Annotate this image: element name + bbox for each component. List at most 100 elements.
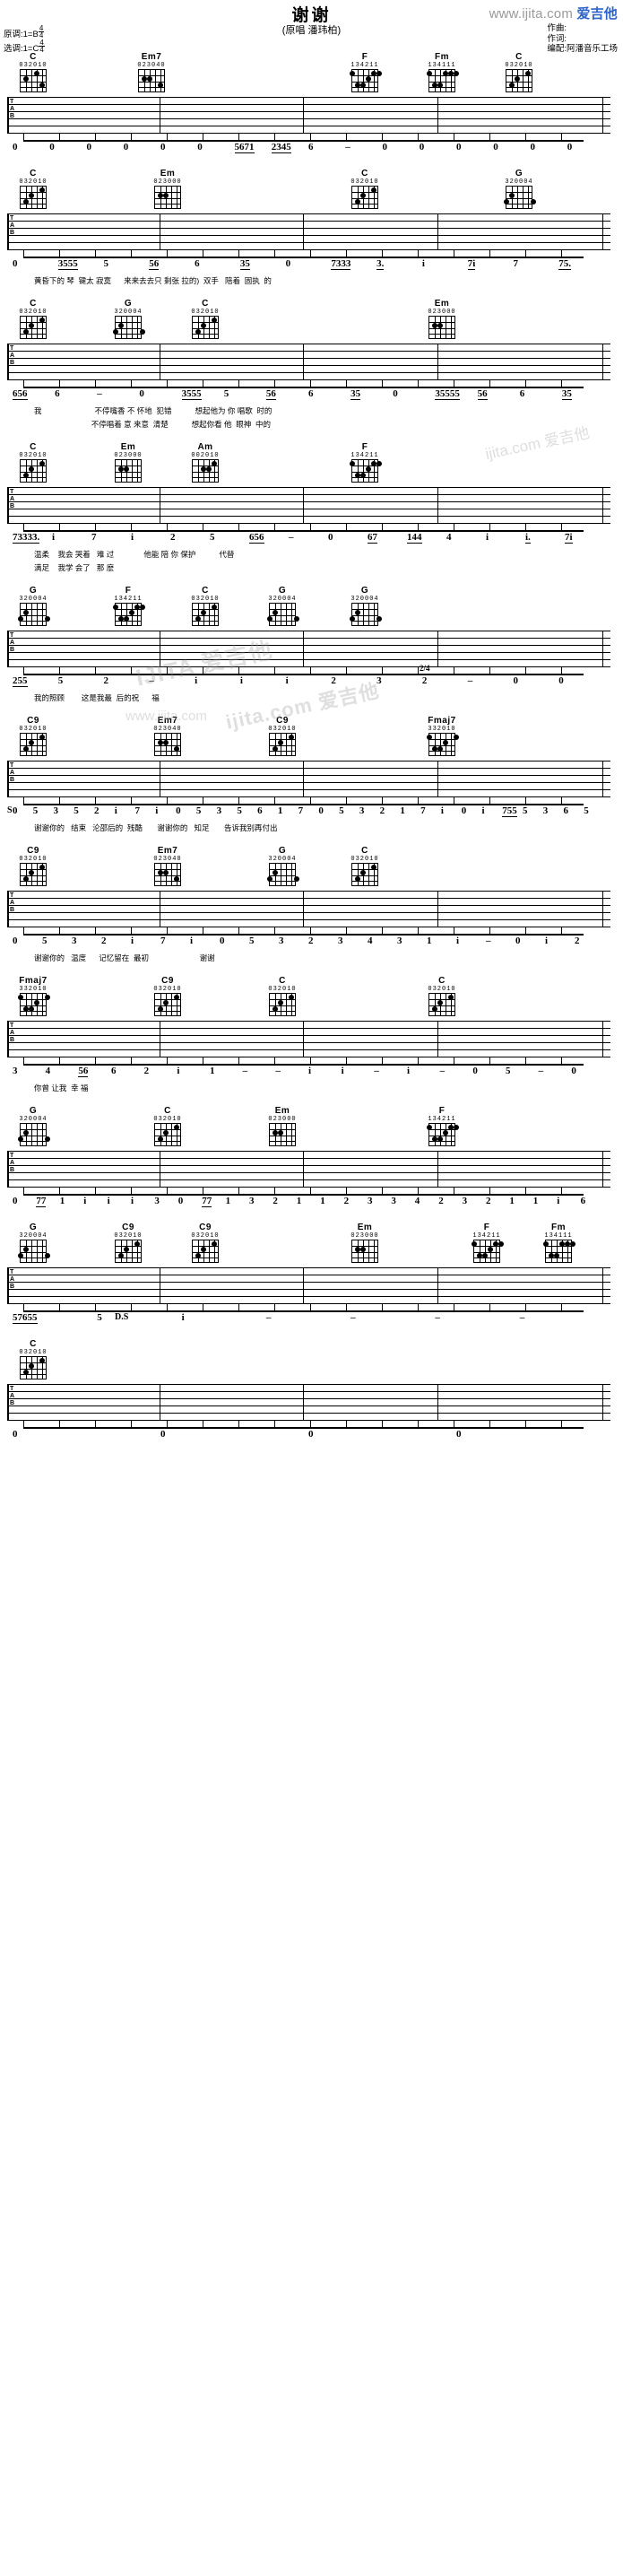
chord-name: C9 — [122, 1223, 134, 1232]
notation-note: 56 — [149, 258, 160, 270]
tab-line — [7, 1420, 610, 1421]
fretboard-grid — [504, 186, 536, 209]
lyrics-row: 谢谢你的 温度 记忆留在 最初 谢谢 — [7, 953, 616, 967]
fretboard-grid — [18, 1123, 50, 1146]
tab-line — [7, 358, 610, 359]
chord-diagram-em7: Em7 023040 — [147, 716, 188, 756]
chord-name: C — [202, 299, 209, 309]
system-spacer — [0, 1330, 623, 1339]
chord-fingering: 032010 — [153, 1116, 182, 1123]
tab-line — [7, 1165, 610, 1166]
finger-dot — [18, 615, 23, 622]
system-spacer — [0, 1214, 623, 1223]
finger-dot — [163, 193, 169, 198]
tab-line — [7, 1042, 610, 1043]
fretboard-grid — [269, 993, 296, 1016]
finger-dot — [23, 610, 29, 615]
notation-note: 3 — [397, 936, 402, 946]
finger-dot — [34, 70, 39, 76]
music-system-5: G 320004 F 134211 C 032010 G 320004 G 320004 T A B… — [0, 586, 623, 716]
fretboard-grid — [20, 733, 47, 756]
notation-note: – — [374, 1066, 379, 1076]
notation-note: 755 — [502, 805, 517, 817]
chord-name: Fmaj7 — [19, 976, 48, 986]
chord-fingering: 032010 — [191, 596, 220, 603]
finger-dot — [488, 1247, 493, 1252]
tab-clef: T A B — [10, 489, 15, 510]
finger-dot — [39, 460, 45, 466]
finger-dot — [509, 193, 515, 198]
notation-note: 0 — [123, 142, 129, 152]
chord-diagram-g: G 320004 — [262, 846, 303, 886]
notation-note: 0 — [220, 936, 225, 946]
notation-note: i — [456, 936, 460, 946]
fretboard-grid — [154, 733, 181, 756]
music-system-9: G 320004 C 032010 Em 023000 F 134211 T A B 0 77 1 i i… — [0, 1106, 623, 1223]
finger-dot — [360, 1247, 366, 1252]
notation-note: 0 — [513, 675, 518, 686]
notation-note: i — [52, 532, 56, 543]
notation-note: 67 — [368, 532, 377, 544]
chord-name: C — [515, 52, 523, 62]
chord-fingering: 332010 — [19, 986, 48, 993]
tab-line — [7, 638, 610, 639]
notation-note: 5 — [237, 805, 242, 816]
system-spacer — [0, 577, 623, 586]
tab-line — [7, 659, 610, 660]
finger-dot — [531, 198, 536, 205]
chord-diagram-c: C 032010 — [344, 169, 385, 209]
system-spacer — [0, 1447, 623, 1456]
notation-note: 35 — [561, 388, 572, 400]
finger-dot — [427, 734, 432, 740]
chord-name: Em — [434, 299, 450, 309]
finger-dot — [18, 994, 23, 1000]
finger-dot — [350, 615, 355, 622]
tab-line — [7, 1282, 610, 1283]
tab-line — [7, 1035, 610, 1036]
chord-fingering: 032010 — [19, 452, 48, 459]
notation-note: 0 — [13, 258, 18, 269]
chord-name: C — [30, 52, 37, 62]
notation-note: 3 — [279, 936, 284, 946]
notation-note: 3555 — [57, 258, 78, 270]
notation-note: 0 — [177, 1196, 184, 1206]
barline — [602, 761, 603, 796]
tab-clef: T A B — [10, 1023, 15, 1044]
finger-dot — [23, 1369, 29, 1375]
notation-note: 1 — [277, 805, 283, 816]
finger-dot — [350, 70, 355, 76]
notation-note: 0 — [13, 142, 18, 152]
notation-note: 2 — [438, 1196, 444, 1206]
notation-note: 7i — [467, 258, 476, 270]
fret-line — [270, 881, 295, 882]
notation-note: 0 — [139, 388, 144, 399]
chord-fingering: 320004 — [268, 596, 297, 603]
notation-note: 2 — [143, 1066, 150, 1076]
fretboard-grid — [154, 993, 181, 1016]
notation-note: 7 — [91, 532, 97, 543]
lyrics-text: 黄昏下的 琴 键太 寂寞 来来去去只 剩张 拉的) 双手 陪着 固执 的 — [34, 276, 272, 285]
tab-line — [7, 104, 610, 105]
notation-note: 5671 — [234, 142, 255, 153]
notation-note: i — [486, 532, 489, 543]
notation-note: 4 — [45, 1066, 51, 1076]
finger-dot — [158, 1005, 163, 1012]
notation-note: i — [177, 1066, 180, 1076]
notation-note: 6 — [580, 1196, 586, 1206]
music-system-6: C9 032010 Em7 023040 C9 032010 Fmaj7 332010 T A … — [0, 716, 623, 846]
barline — [437, 1267, 438, 1303]
chord-diagram-em7: Em7 023040 — [131, 52, 172, 92]
tab-clef: T A B — [10, 762, 15, 784]
finger-dot — [206, 466, 212, 472]
finger-dot — [23, 1247, 29, 1252]
notation-note: 5 — [584, 805, 589, 816]
chord-fingering: 023040 — [137, 62, 166, 69]
notation-note: 2 — [575, 936, 580, 946]
finger-dot — [113, 328, 118, 335]
notation-note: 656 — [13, 388, 28, 400]
finger-dot — [39, 82, 45, 88]
notation-note: 0 — [382, 142, 388, 152]
notation-note: 0 — [197, 142, 203, 152]
barline — [602, 891, 603, 927]
chord-fingering: 032010 — [19, 856, 48, 863]
